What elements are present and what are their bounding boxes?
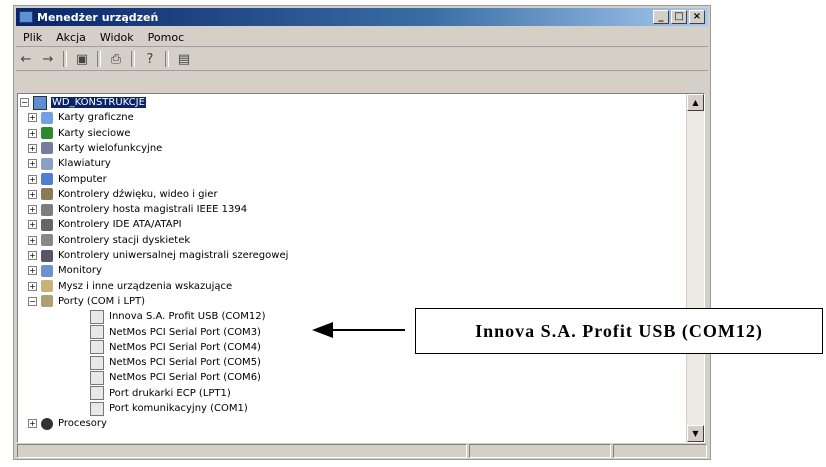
callout-arrow-head: [312, 322, 333, 338]
callout-box: Innova S.A. Profit USB (COM12): [415, 308, 823, 354]
arrow-layer: [312, 322, 405, 338]
